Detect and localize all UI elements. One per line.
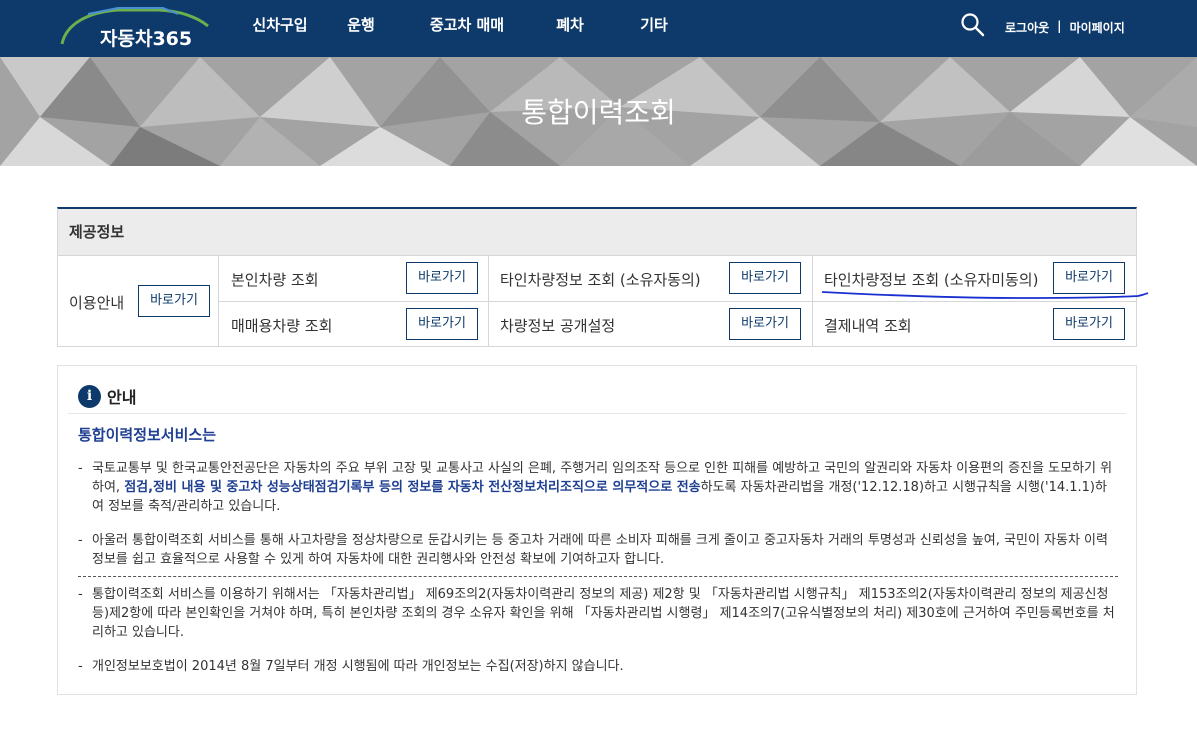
paragraph-text: 아울러 통합이력조회 서비스를 통해 사고차량을 정상차량으로 둔갑시키는 등 … <box>92 533 1108 567</box>
page-title: 통합이력조회 <box>521 96 676 129</box>
payment-history-button[interactable]: 바로가기 <box>1053 308 1125 340</box>
nav-used-car[interactable]: 중고차 매매 <box>400 0 534 52</box>
other-car-consent-button[interactable]: 바로가기 <box>729 262 801 294</box>
guide-paragraph: - 통합이력조회 서비스를 이용하기 위해서는 「자동차관리법」 제69조의2(… <box>78 585 1118 642</box>
own-car-button[interactable]: 바로가기 <box>406 262 478 294</box>
trade-car-label: 매매용차량 조회 <box>231 317 333 335</box>
util-links: 로그아웃 | 마이페이지 <box>1005 19 1125 36</box>
nav-new-car[interactable]: 신차구입 <box>238 0 322 52</box>
paragraph-text: 통합이력조회 서비스를 이용하기 위해서는 「자동차관리법」 제69조의2(자동… <box>92 587 1115 640</box>
search-icon <box>961 13 985 37</box>
guide-title: 안내 <box>107 388 137 407</box>
guide-subtitle: 통합이력정보서비스는 <box>78 426 217 444</box>
other-car-no-consent-label: 타인차량정보 조회 (소유자미동의) <box>824 271 1039 289</box>
usage-guide-label: 이용안내 <box>69 294 125 312</box>
guide-section: i 안내 통합이력정보서비스는 - 국토교통부 및 한국교통안전공단은 자동차의… <box>57 365 1137 695</box>
logout-link[interactable]: 로그아웃 <box>1005 19 1049 36</box>
vehicle-disclosure-button[interactable]: 바로가기 <box>729 308 801 340</box>
util-divider: | <box>1057 19 1062 33</box>
dash-bullet: - <box>78 533 83 548</box>
vehicle-disclosure-label: 차량정보 공개설정 <box>500 317 616 335</box>
provided-info-panel: 제공정보 이용안내 바로가기 본인차량 조회 바로가기 타인차량정보 조회 (소… <box>57 207 1149 347</box>
paragraph-text: 개인정보보호법이 2014년 8월 7일부터 개정 시행됨에 따라 개인정보는 … <box>92 659 624 674</box>
underline-annotation <box>821 291 1149 299</box>
nav-etc[interactable]: 기타 <box>606 0 702 52</box>
logo-text: 자동차365 <box>100 28 193 50</box>
usage-guide-button[interactable]: 바로가기 <box>138 285 210 317</box>
own-car-label: 본인차량 조회 <box>231 271 319 289</box>
search-button[interactable] <box>960 12 986 38</box>
nav-scrap[interactable]: 폐차 <box>534 0 606 52</box>
trade-car-button[interactable]: 바로가기 <box>406 308 478 340</box>
nav-driving[interactable]: 운행 <box>322 0 400 52</box>
dash-bullet: - <box>78 587 83 602</box>
hero-banner: 통합이력조회 <box>0 57 1197 166</box>
paragraph-emphasis: 점검,정비 내용 및 중고차 성능상태점검기록부 등의 정보를 자동차 전산정보… <box>124 480 701 495</box>
guide-paragraph: - 아울러 통합이력조회 서비스를 통해 사고차량을 정상차량으로 둔갑시키는 … <box>78 531 1118 569</box>
main-nav: 신차구입 운행 중고차 매매 폐차 기타 <box>238 0 702 52</box>
panel-title: 제공정보 <box>58 209 1136 256</box>
other-car-consent-label: 타인차량정보 조회 (소유자동의) <box>500 271 701 289</box>
info-icon: i <box>78 384 101 408</box>
guide-heading: i 안내 <box>78 384 136 408</box>
dotted-divider <box>78 576 1118 577</box>
divider <box>68 413 1126 414</box>
guide-paragraph: - 개인정보보호법이 2014년 8월 7일부터 개정 시행됨에 따라 개인정보… <box>78 657 1118 676</box>
dash-bullet: - <box>78 461 83 476</box>
guide-paragraph: - 국토교통부 및 한국교통안전공단은 자동차의 주요 부위 고장 및 교통사고… <box>78 459 1118 516</box>
payment-history-label: 결제내역 조회 <box>824 317 912 335</box>
mypage-link[interactable]: 마이페이지 <box>1070 19 1125 36</box>
top-header: 자동차365 신차구입 운행 중고차 매매 폐차 기타 로그아웃 | 마이페이지 <box>0 0 1197 57</box>
dash-bullet: - <box>78 659 83 674</box>
site-logo[interactable]: 자동차365 <box>58 4 218 52</box>
